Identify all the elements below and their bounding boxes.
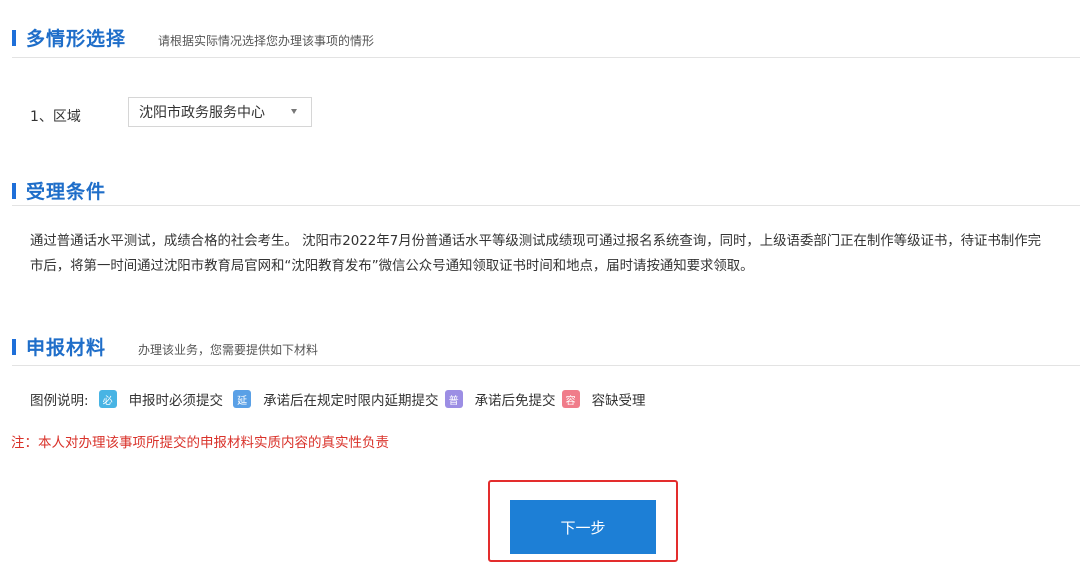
region-select-value: 沈阳市政务服务中心 [139,105,265,121]
region-select[interactable]: 沈阳市政务服务中心 [128,97,312,127]
section-bar [12,29,16,46]
section-bar [12,338,16,355]
scenario-title: 多情形选择 [26,28,127,50]
materials-title: 申报材料 [26,337,107,359]
divider [12,365,1080,366]
legend-label: 图例说明: [30,393,89,409]
next-step-button[interactable]: 下一步 [510,500,656,554]
divider [12,57,1080,58]
materials-section-header: 申报材料 办理该业务，您需要提供如下材料 [12,333,318,360]
conditions-text: 通过普通话水平测试，成绩合格的社会考生。 沈阳市2022年7月份普通话水平等级测… [30,229,1080,279]
divider [12,205,1080,206]
legend: 图例说明: 必 申报时必须提交 延 承诺后在规定时限内延期提交 普 承诺后免提交… [30,389,646,409]
scenario-section-header: 多情形选择 请根据实际情况选择您办理该事项的情形 [12,24,374,51]
exempt-badge-icon: 普 [444,390,463,408]
conditions-line-2: 市后，将第一时间通过沈阳市教育局官网和“沈阳教育发布”微信公众号通知领取证书时间… [30,259,754,274]
chevron-down-icon [291,109,297,114]
conditions-line-1: 通过普通话水平测试，成绩合格的社会考生。 沈阳市2022年7月份普通话水平等级测… [30,234,1041,249]
legend-tolerance-text: 容缺受理 [591,393,646,409]
scenario-subtitle: 请根据实际情况选择您办理该事项的情形 [158,34,375,48]
required-badge-icon: 必 [98,390,117,408]
region-label: 1、区域 [30,109,81,125]
legend-exempt-text: 承诺后免提交 [474,393,556,409]
legend-deferred-text: 承诺后在规定时限内延期提交 [263,393,439,409]
authenticity-note: 注：本人对办理该事项所提交的申报材料实质内容的真实性负责 [11,435,389,451]
section-bar [12,182,16,199]
conditions-section-header: 受理条件 [12,177,106,204]
deferred-badge-icon: 延 [233,390,252,408]
legend-required-text: 申报时必须提交 [128,393,224,409]
tolerance-badge-icon: 容 [561,390,580,408]
materials-subtitle: 办理该业务，您需要提供如下材料 [138,343,319,357]
conditions-title: 受理条件 [26,181,107,203]
